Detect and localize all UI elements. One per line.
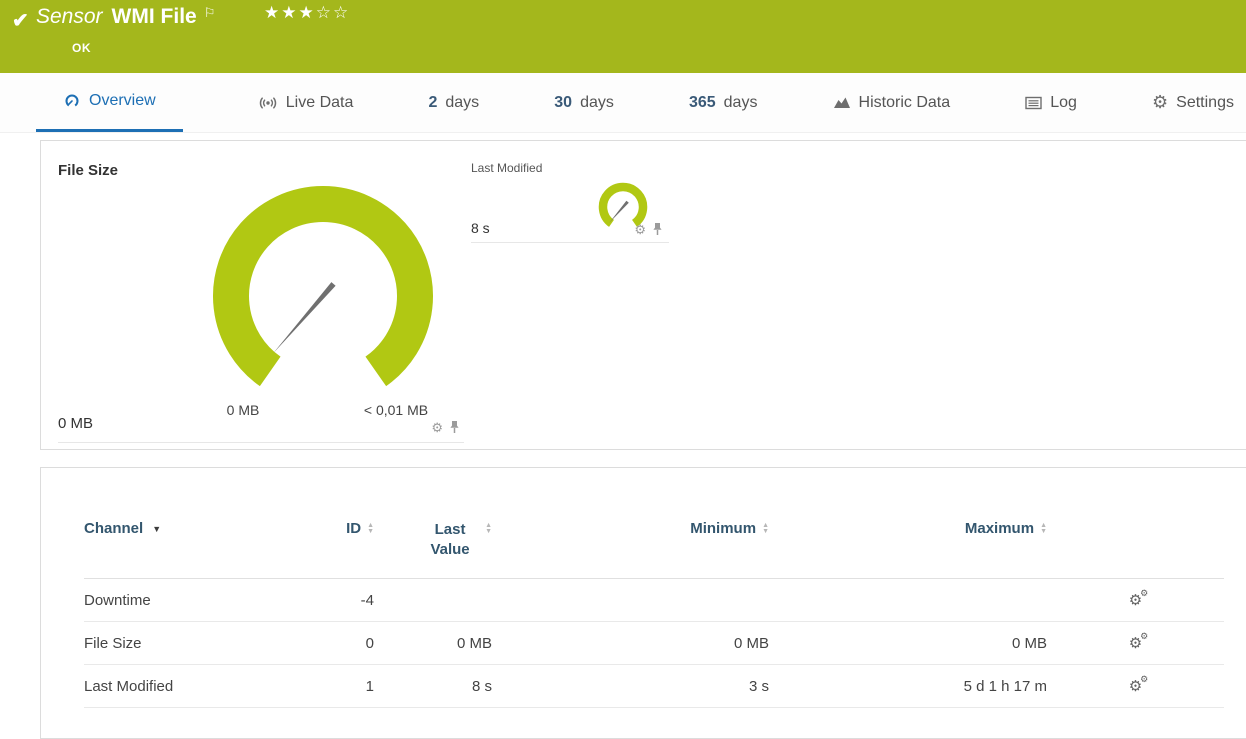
tab-settings-label: Settings (1176, 93, 1234, 111)
tab-30-days-number: 30 (554, 93, 573, 111)
pin-icon[interactable] (652, 222, 663, 236)
sort-caret-icon: ▼ (152, 524, 162, 534)
live-data-icon (258, 95, 278, 111)
file-size-gauge-tile: File Size 0 MB < 0,01 MB 0 MB ⚙ (58, 156, 464, 443)
stars-filled: ★★★ (264, 3, 316, 22)
channel-settings-gear-icon[interactable]: ⚙ ⚙ (1129, 588, 1148, 608)
cell-channel: File Size (84, 621, 314, 665)
tab-30-days-label: days (580, 93, 614, 111)
tab-historic-data-label: Historic Data (858, 93, 951, 111)
cell-minimum: 3 s (492, 664, 769, 708)
sort-arrows-icon: ▲ ▼ (762, 522, 769, 536)
column-header-channel[interactable]: Channel ▼ (84, 514, 314, 579)
cell-id: 1 (314, 664, 374, 708)
tab-historic-data[interactable]: Historic Data (833, 73, 951, 132)
cell-id: -4 (314, 578, 374, 622)
sensor-kind-label: Sensor (36, 5, 103, 28)
settings-gear-icon: ⚙ (1152, 92, 1169, 112)
last-modified-gauge-tile: Last Modified 8 s ⚙ (471, 159, 669, 243)
tab-log-label: Log (1050, 93, 1077, 111)
table-header-row: Channel ▼ ID ▲ ▼ Last Value ▲ ▼ Minimum ▲ ▼ Max… (84, 514, 1224, 579)
cell-maximum: 0 MB (769, 621, 1047, 665)
tab-log[interactable]: Log (1025, 73, 1077, 132)
sort-arrows-icon: ▲ ▼ (1040, 522, 1047, 536)
priority-stars[interactable]: ★★★☆☆ (264, 3, 350, 23)
cell-minimum: 0 MB (492, 621, 769, 665)
column-label: Maximum (964, 520, 1035, 537)
tab-settings[interactable]: ⚙ Settings (1152, 73, 1234, 132)
tab-365-days-label: days (723, 93, 758, 111)
cell-channel: Last Modified (84, 664, 314, 708)
status-badge: OK (72, 41, 91, 55)
table-row: Last Modified 1 8 s 3 s 5 d 1 h 17 m ⚙ ⚙ (84, 664, 1224, 708)
cell-maximum (769, 578, 1047, 622)
column-header-id[interactable]: ID ▲ ▼ (314, 514, 374, 579)
column-label: ID (346, 520, 362, 537)
status-ok-icon: ✔ (12, 10, 29, 32)
column-header-actions (1047, 514, 1224, 579)
sensor-name: WMI File (111, 5, 197, 28)
column-label: Channel (84, 520, 144, 537)
gauge-scale-max: < 0,01 MB (363, 402, 429, 418)
gauge-needle (609, 200, 629, 223)
file-size-title: File Size (58, 162, 119, 179)
cell-channel: Downtime (84, 578, 314, 622)
channel-settings-gear-icon[interactable]: ⚙ ⚙ (1129, 674, 1148, 694)
page-title: Sensor WMI File ⚐ (36, 5, 215, 29)
sort-arrows-icon: ▲ ▼ (367, 522, 374, 536)
gauge-icon (63, 93, 81, 109)
cell-last-value (374, 578, 492, 622)
cell-last-value: 0 MB (374, 621, 492, 665)
log-list-icon (1025, 96, 1042, 110)
file-size-tile-actions: ⚙ (431, 420, 460, 434)
tab-2-days[interactable]: 2 days (428, 73, 479, 132)
channel-gear-icon[interactable]: ⚙ (634, 223, 646, 236)
tab-365-days-number: 365 (688, 93, 716, 111)
tab-30-days[interactable]: 30 days (554, 73, 614, 132)
pin-icon[interactable] (449, 420, 460, 434)
channel-gear-icon[interactable]: ⚙ (431, 421, 443, 434)
gauge-needle (273, 282, 336, 354)
gauge-scale-min: 0 MB (226, 402, 260, 418)
tab-overview[interactable]: Overview (36, 73, 183, 132)
table-row: File Size 0 0 MB 0 MB 0 MB ⚙ ⚙ (84, 621, 1224, 665)
file-size-gauge (213, 186, 433, 387)
channels-table: Channel ▼ ID ▲ ▼ Last Value ▲ ▼ Minimum ▲ ▼ Max… (84, 514, 1224, 708)
tab-live-data[interactable]: Live Data (258, 73, 354, 132)
last-modified-tile-actions: ⚙ (634, 222, 663, 236)
area-chart-icon (833, 95, 851, 110)
channel-settings-gear-icon[interactable]: ⚙ ⚙ (1129, 631, 1148, 651)
tab-365-days[interactable]: 365 days (689, 73, 758, 132)
gauges-panel: File Size 0 MB < 0,01 MB 0 MB ⚙ Last Mod… (40, 140, 1246, 450)
tab-bar: Overview Live Data 2 days 30 days 365 da… (0, 73, 1246, 133)
tab-overview-label: Overview (89, 92, 156, 109)
sensor-header: ✔ Sensor WMI File ⚐ ★★★☆☆ OK (0, 0, 1246, 73)
table-row: Downtime -4 ⚙ ⚙ (84, 578, 1224, 622)
cell-last-value: 8 s (374, 664, 492, 708)
sort-arrows-icon: ▲ ▼ (485, 522, 492, 536)
file-size-value: 0 MB (58, 415, 94, 432)
stars-empty: ☆☆ (315, 3, 351, 22)
last-modified-title: Last Modified (471, 161, 543, 175)
column-label: Minimum (690, 520, 757, 537)
tab-2-days-label: days (445, 93, 480, 111)
column-label: Last Value (430, 521, 470, 558)
last-modified-value: 8 s (471, 220, 490, 236)
flag-icon[interactable]: ⚐ (204, 5, 216, 20)
tab-live-data-label: Live Data (285, 93, 354, 111)
tab-2-days-number: 2 (428, 93, 438, 111)
cell-id: 0 (314, 621, 374, 665)
column-header-last-value[interactable]: Last Value ▲ ▼ (374, 514, 492, 579)
channels-panel: Channel ▼ ID ▲ ▼ Last Value ▲ ▼ Minimum ▲ ▼ Max… (40, 467, 1246, 739)
cell-maximum: 5 d 1 h 17 m (769, 664, 1047, 708)
cell-minimum (492, 578, 769, 622)
column-header-maximum[interactable]: Maximum ▲ ▼ (769, 514, 1047, 579)
column-header-minimum[interactable]: Minimum ▲ ▼ (492, 514, 769, 579)
